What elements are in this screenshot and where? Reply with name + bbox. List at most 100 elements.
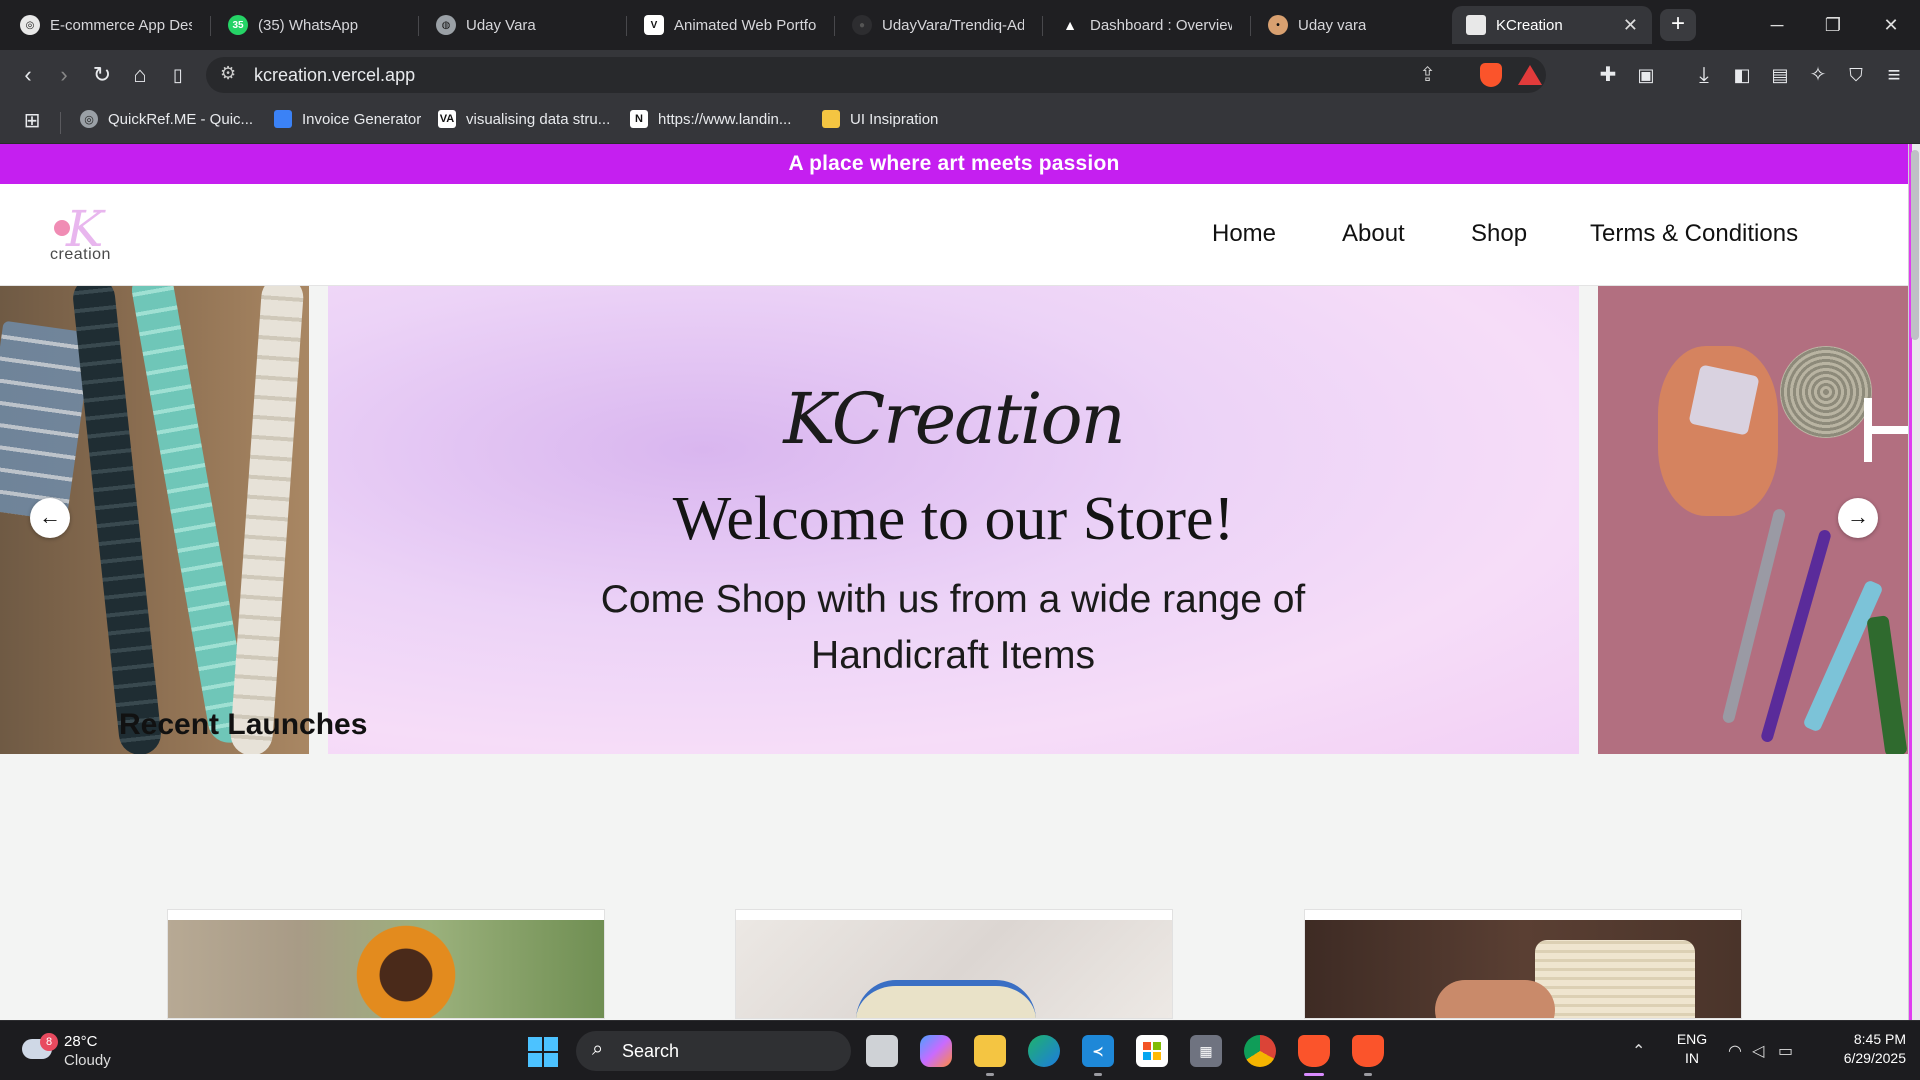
bookmark-folder-ui[interactable]: UI Insipration — [822, 110, 938, 128]
announcement-bar: A place where art meets passion — [0, 144, 1908, 184]
page-scrollbar[interactable] — [1908, 144, 1920, 1020]
show-hidden-icons-icon[interactable]: ⌃ — [1632, 1041, 1645, 1061]
site-settings-icon[interactable]: ⚙ — [220, 63, 236, 84]
bookmarks-bar: ⊞ ◎ QuickRef.ME - Quic... Invoice Genera… — [0, 100, 1920, 144]
windows-logo-tile — [544, 1053, 558, 1067]
bookmark-visualising[interactable]: VA visualising data stru... — [438, 110, 610, 128]
bookmark-icon[interactable]: ▯ — [164, 62, 192, 90]
portfolio-icon: V — [644, 15, 664, 35]
tab-dashboard[interactable]: ▲ Dashboard : Overview — [1046, 6, 1246, 44]
nav-terms[interactable]: Terms & Conditions — [1590, 220, 1798, 248]
tab-label: E-commerce App Des — [50, 16, 192, 34]
reload-icon[interactable]: ↻ — [88, 62, 116, 90]
carousel-next-button[interactable]: → — [1838, 498, 1878, 538]
tab-label: UdayVara/Trendiq-Ad — [882, 16, 1024, 34]
bookmark-invoice[interactable]: Invoice Generator — [274, 110, 421, 128]
tab-separator — [1042, 16, 1043, 36]
crochet-pouch — [856, 980, 1036, 1018]
start-button[interactable] — [528, 1037, 558, 1067]
close-tab-icon[interactable]: ✕ — [1623, 15, 1638, 36]
region-code[interactable]: IN — [1674, 1050, 1710, 1066]
notion-icon: N — [630, 110, 648, 128]
weather-widget[interactable]: 8 28°C Cloudy — [22, 1031, 142, 1073]
bookmark-landing[interactable]: N https://www.landin... — [630, 110, 791, 128]
chrome-icon[interactable] — [1244, 1035, 1276, 1067]
tab-github[interactable]: ● UdayVara/Trendiq-Ad — [838, 6, 1038, 44]
tab-uday-vara[interactable]: ◍ Uday Vara — [422, 6, 622, 44]
product-card[interactable] — [1304, 909, 1742, 1019]
product-card[interactable] — [735, 909, 1173, 1019]
volume-icon[interactable]: ◁ — [1752, 1041, 1764, 1061]
site-navbar: K creation Home About Shop Terms & Condi… — [0, 184, 1908, 286]
quickref-icon: ◎ — [80, 110, 98, 128]
leo-ai-icon[interactable]: ✧ — [1804, 62, 1832, 90]
windows-logo-tile — [528, 1037, 542, 1051]
running-indicator — [986, 1073, 994, 1076]
hand — [1435, 980, 1555, 1018]
tab-label: Uday vara — [1298, 16, 1367, 34]
tab-whatsapp[interactable]: 35 (35) WhatsApp — [214, 6, 414, 44]
url-text[interactable]: kcreation.vercel.app — [254, 65, 415, 86]
forward-icon[interactable]: › — [50, 62, 78, 90]
language-code[interactable]: ENG — [1674, 1031, 1710, 1047]
recent-launches-heading: Recent Launches — [119, 708, 368, 741]
browser-tab-strip: ◎ E-commerce App Des 35 (35) WhatsApp ◍ … — [0, 0, 1920, 50]
wifi-icon[interactable]: ◠ — [1728, 1041, 1742, 1061]
task-view-icon[interactable] — [866, 1035, 898, 1067]
home-icon[interactable]: ⌂ — [126, 62, 154, 90]
file-explorer-icon[interactable] — [974, 1035, 1006, 1067]
address-bar[interactable]: ⚙ kcreation.vercel.app ⇪ — [206, 57, 1546, 93]
crochet-basket — [1535, 940, 1695, 1018]
profile-icon: • — [1268, 15, 1288, 35]
tab-label: Dashboard : Overview — [1090, 16, 1232, 34]
restore-icon[interactable]: ❐ — [1818, 10, 1848, 40]
vpn-shield-icon[interactable]: ⛉ — [1842, 62, 1870, 90]
calculator-icon[interactable]: ▦ — [1190, 1035, 1222, 1067]
bookmark-label: Invoice Generator — [302, 110, 422, 128]
microsoft-store-icon[interactable] — [1136, 1035, 1168, 1067]
menu-icon[interactable]: ≡ — [1880, 62, 1908, 90]
windows-logo-tile — [528, 1053, 542, 1067]
download-icon[interactable]: ⤓ — [1690, 62, 1718, 90]
running-indicator — [1094, 1073, 1102, 1076]
tab-search-icon[interactable]: ▣ — [1632, 62, 1660, 90]
tab-portfolio[interactable]: V Animated Web Portfo — [630, 6, 830, 44]
battery-icon[interactable]: ▭ — [1778, 1041, 1793, 1061]
brave-icon-2[interactable] — [1352, 1035, 1384, 1067]
brave-rewards-icon[interactable] — [1518, 65, 1542, 85]
search-icon: ⌕ — [592, 1038, 604, 1060]
openai-icon: ◎ — [20, 15, 40, 35]
bookmark-label: https://www.landin... — [658, 110, 792, 128]
back-icon[interactable]: ‹ — [14, 62, 42, 90]
tab-kcreation[interactable]: KCreation ✕ — [1452, 6, 1652, 44]
bookmark-label: visualising data stru... — [466, 110, 611, 128]
brave-shields-icon[interactable] — [1480, 63, 1502, 87]
sidebar-icon[interactable]: ◧ — [1728, 62, 1756, 90]
clock-date[interactable]: 6/29/2025 — [1820, 1050, 1906, 1066]
tab-uday-vara-2[interactable]: • Uday vara — [1254, 6, 1454, 44]
nav-about[interactable]: About — [1342, 220, 1405, 248]
share-icon[interactable]: ⇪ — [1419, 62, 1436, 87]
nav-shop[interactable]: Shop — [1471, 220, 1527, 248]
minimize-icon[interactable]: ─ — [1762, 10, 1792, 40]
close-window-icon[interactable]: ✕ — [1876, 10, 1906, 40]
product-image-sunflower — [168, 920, 604, 1018]
scrollbar-thumb[interactable] — [1911, 150, 1919, 340]
brave-icon[interactable] — [1298, 1035, 1330, 1067]
tab-ecommerce[interactable]: ◎ E-commerce App Des — [6, 6, 206, 44]
taskbar-search[interactable]: ⌕ Search — [576, 1031, 851, 1071]
site-logo[interactable]: K creation — [44, 200, 134, 268]
wallet-icon[interactable]: ▤ — [1766, 62, 1794, 90]
extensions-icon[interactable]: ✚ — [1594, 62, 1622, 90]
carousel-prev-button[interactable]: ← — [30, 498, 70, 538]
new-tab-button[interactable]: + — [1660, 9, 1696, 41]
bookmark-quickref[interactable]: ◎ QuickRef.ME - Quic... — [80, 110, 253, 128]
copilot-icon[interactable] — [920, 1035, 952, 1067]
vscode-icon[interactable]: ≺ — [1082, 1035, 1114, 1067]
edge-icon[interactable] — [1028, 1035, 1060, 1067]
nav-home[interactable]: Home — [1212, 220, 1276, 248]
apps-grid-icon[interactable]: ⊞ — [18, 108, 46, 136]
bookmark-label: UI Insipration — [850, 110, 939, 128]
clock-time[interactable]: 8:45 PM — [1820, 1031, 1906, 1047]
product-card[interactable] — [167, 909, 605, 1019]
